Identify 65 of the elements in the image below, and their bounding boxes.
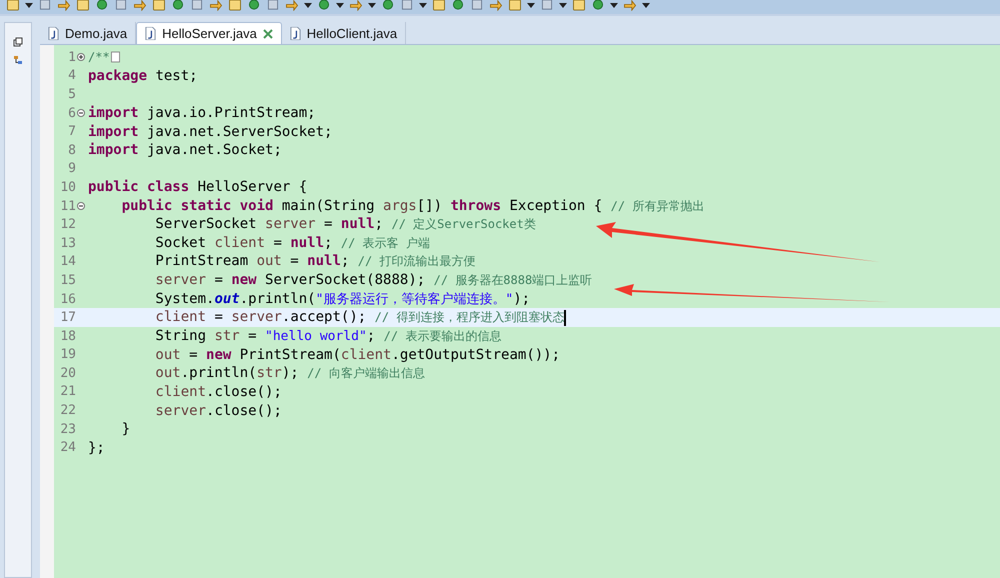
line-number: 12 bbox=[60, 217, 76, 232]
code-line: public class HelloServer { bbox=[88, 179, 308, 196]
line-number: 20 bbox=[60, 366, 76, 381]
line-number: 5 bbox=[68, 86, 76, 102]
caret-icon[interactable] bbox=[527, 3, 535, 8]
line-number: 18 bbox=[60, 328, 76, 344]
code-line: server.close(); bbox=[154, 402, 282, 419]
line-number: 4 bbox=[68, 68, 76, 84]
text-cursor bbox=[564, 310, 566, 326]
java-file-icon bbox=[48, 26, 59, 40]
line-number: 1 bbox=[68, 50, 76, 65]
line-number: 21 bbox=[60, 384, 76, 400]
line-number: 13 bbox=[60, 236, 76, 251]
caret-icon[interactable] bbox=[368, 3, 376, 8]
code-line: } bbox=[120, 421, 130, 438]
folded-block-icon[interactable] bbox=[110, 51, 120, 64]
line-number: 9 bbox=[68, 161, 76, 176]
line-number: 6 bbox=[68, 106, 76, 121]
code-line: String str = "hello world"; // 表示要输出的信息 bbox=[154, 328, 502, 345]
line-number: 8 bbox=[68, 142, 76, 158]
caret-icon[interactable] bbox=[559, 3, 567, 8]
code-line: client = server.accept(); // 得到连接，程序进入到阻塞状态 bbox=[154, 309, 564, 326]
caret-icon[interactable] bbox=[25, 3, 33, 8]
close-icon[interactable] bbox=[262, 28, 273, 38]
code-line: server = new ServerSocket(8888); // 服务器在8888端口上监听 bbox=[154, 272, 592, 289]
editor-tab[interactable]: HelloServer.java bbox=[136, 22, 282, 44]
code-line: client.close(); bbox=[154, 384, 282, 400]
restore-icon[interactable] bbox=[13, 37, 23, 47]
collapse-icon[interactable] bbox=[77, 109, 85, 118]
code-line: PrintStream out = null; // 打印流输出最方便 bbox=[154, 253, 476, 270]
code-line: System.out.println("服务器运行，等待客户端连接。"); bbox=[154, 290, 530, 308]
code-line: }; bbox=[88, 440, 105, 456]
line-number: 10 bbox=[60, 180, 76, 195]
line-number: 15 bbox=[60, 272, 76, 288]
caret-icon[interactable] bbox=[642, 3, 650, 8]
caret-icon[interactable] bbox=[419, 3, 427, 8]
line-number: 11 bbox=[60, 198, 76, 214]
code-line: out.println(str); // 向客户端输出信息 bbox=[154, 364, 425, 382]
java-file-icon bbox=[145, 27, 156, 40]
java-file-icon bbox=[290, 26, 301, 40]
caret-icon[interactable] bbox=[336, 3, 344, 8]
code-line: ServerSocket server = null; // 定义ServerSocket类 bbox=[154, 216, 536, 234]
line-number: 14 bbox=[60, 254, 76, 270]
editor-tab[interactable]: HelloClient.java bbox=[282, 22, 406, 44]
code-line: out = new PrintStream(client.getOutputStream()); bbox=[154, 346, 560, 363]
code-line: /** bbox=[88, 49, 110, 66]
hierarchy-icon[interactable] bbox=[13, 55, 23, 65]
code-line: import java.net.Socket; bbox=[88, 142, 282, 158]
caret-icon[interactable] bbox=[304, 3, 312, 8]
code-line: Socket client = null; // 表示客 户端 bbox=[154, 234, 430, 252]
caret-icon[interactable] bbox=[610, 3, 618, 8]
line-number: 22 bbox=[60, 403, 76, 418]
code-line: import java.io.PrintStream; bbox=[88, 105, 316, 122]
code-line: public static void main(String args[]) throws Exception { // 所有异常抛出 bbox=[120, 198, 704, 215]
code-editor[interactable] bbox=[40, 45, 1000, 578]
code-line: package test; bbox=[88, 68, 198, 84]
line-number: 19 bbox=[60, 347, 76, 362]
collapse-icon[interactable] bbox=[77, 202, 85, 210]
line-number: 24 bbox=[60, 440, 76, 456]
line-number: 17 bbox=[60, 310, 76, 326]
line-number: 7 bbox=[68, 124, 76, 140]
expand-icon[interactable] bbox=[77, 53, 85, 62]
line-number: 16 bbox=[60, 292, 76, 307]
code-line: import java.net.ServerSocket; bbox=[88, 124, 332, 140]
line-number: 23 bbox=[60, 422, 76, 437]
